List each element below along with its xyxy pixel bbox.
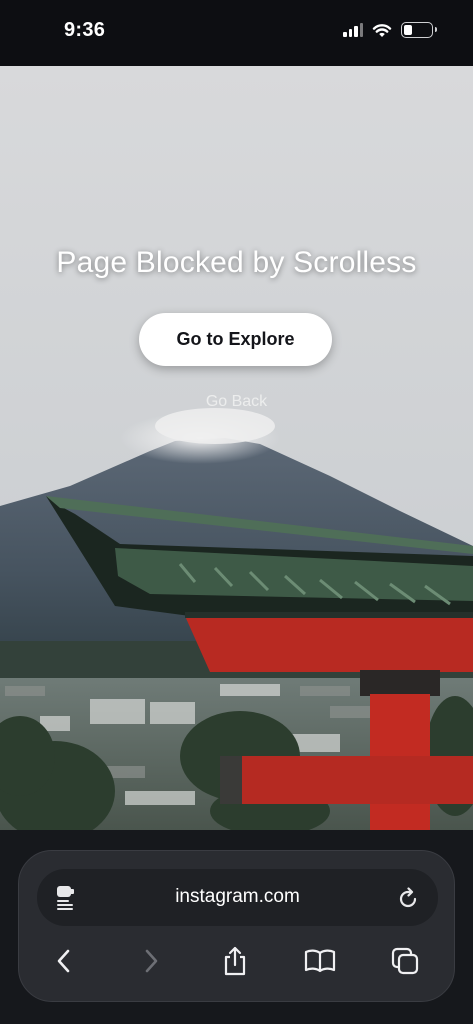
tabs-icon[interactable] xyxy=(387,943,423,979)
back-icon[interactable] xyxy=(46,943,82,979)
url-text[interactable]: instagram.com xyxy=(37,886,438,908)
page-title: Page Blocked by Scrolless xyxy=(56,246,417,279)
address-bar[interactable]: instagram.com xyxy=(37,869,438,926)
go-to-explore-button[interactable]: Go to Explore xyxy=(139,313,332,366)
battery-icon xyxy=(401,22,437,38)
web-content: Page Blocked by Scrolless Go to Explore … xyxy=(0,66,473,830)
browser-nav-row xyxy=(19,943,456,983)
forward-icon[interactable] xyxy=(133,943,169,979)
go-back-link[interactable]: Go Back xyxy=(0,393,473,411)
status-time: 9:36 xyxy=(64,19,106,41)
bookmarks-icon[interactable] xyxy=(302,943,338,979)
status-icons xyxy=(343,22,437,38)
phone-screen: 9:36 Page Blocked by Scrolless Go to Exp… xyxy=(0,0,473,1024)
share-icon[interactable] xyxy=(217,943,253,979)
status-bar: 9:36 xyxy=(0,0,473,66)
background-photo xyxy=(0,66,473,830)
signal-icon xyxy=(343,23,363,37)
reload-icon[interactable] xyxy=(396,886,420,910)
browser-toolbar: instagram.com xyxy=(18,850,455,1002)
wifi-icon xyxy=(372,23,392,37)
browser-bottom-bar: instagram.com xyxy=(0,830,473,1024)
